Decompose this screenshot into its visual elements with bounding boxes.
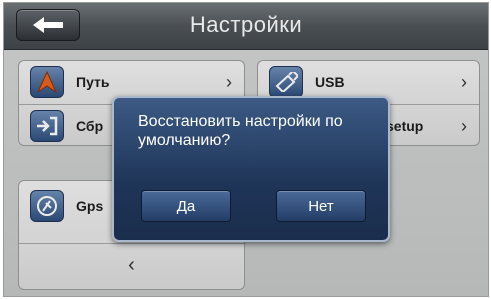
no-button[interactable]: Нет	[276, 190, 366, 222]
title-bar: Настройки	[4, 3, 488, 50]
dialog-message: Восстановить настройки по умолчанию?	[138, 113, 343, 149]
page-title: Настройки	[189, 12, 303, 37]
device-screen: Настройки Путь › Сбр USB › setup › Gps ‹…	[3, 2, 489, 297]
yes-button[interactable]: Да	[141, 190, 231, 222]
reset-confirm-dialog: Восстановить настройки по умолчанию? Да …	[112, 96, 390, 242]
